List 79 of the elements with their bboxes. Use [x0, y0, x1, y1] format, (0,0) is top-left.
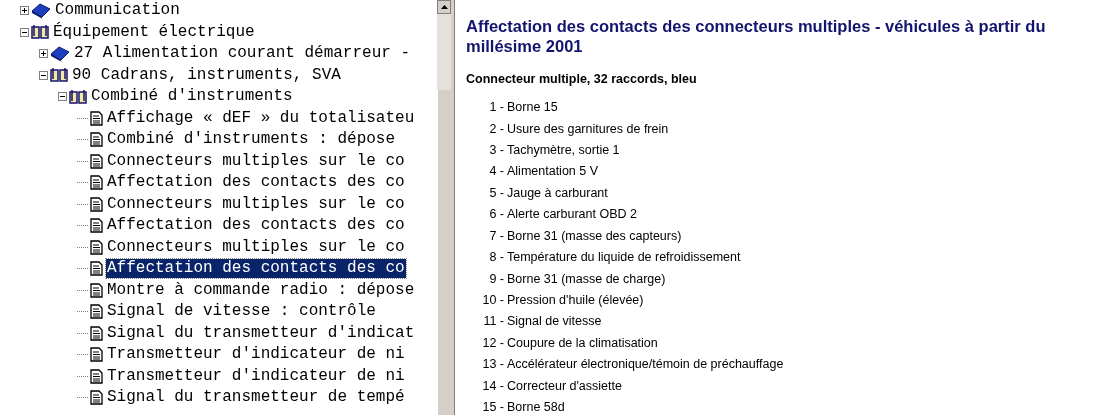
tree-item[interactable]: Montre à commande radio : dépose: [106, 280, 416, 300]
pin-description: Borne 31 (masse de charge): [507, 270, 666, 288]
tree-item[interactable]: Signal du transmetteur de tempé: [106, 388, 406, 408]
pin-number: 10 -: [481, 292, 505, 310]
pin-number: 5 -: [488, 184, 505, 202]
pin-number: 13 -: [481, 356, 505, 374]
pin-description: Alimentation 5 V: [507, 163, 599, 181]
pin-description: Température du liquide de refroidissement: [507, 249, 741, 267]
scroll-thumb[interactable]: [437, 90, 451, 415]
pin-description: Signal de vitesse: [507, 313, 602, 331]
tree-item[interactable]: Connecteurs multiples sur le co: [106, 151, 406, 171]
pin-description: Coupure de la climatisation: [507, 334, 658, 352]
pin-description: Jauge à carburant: [507, 184, 608, 202]
pin-description: Borne 15: [507, 99, 558, 117]
collapse-toggle[interactable]: [20, 27, 29, 37]
document-icon: [90, 368, 103, 384]
document-icon: [90, 390, 103, 406]
tree-item[interactable]: Affectation des contacts des co: [106, 216, 406, 236]
section-heading: Connecteur multiple, 32 raccords, bleu: [466, 71, 698, 88]
document-icon: [90, 347, 103, 363]
document-icon: [90, 304, 103, 320]
document-icon: [90, 110, 103, 126]
collapse-toggle[interactable]: [58, 92, 67, 102]
open-book-icon: [69, 88, 87, 105]
open-book-icon: [50, 67, 68, 84]
pin-number: 2 -: [488, 120, 505, 138]
tree-item[interactable]: Combiné d'instruments : dépose: [106, 130, 397, 150]
pin-description: Borne 31 (masse des capteurs): [507, 227, 682, 245]
pin-number: 15 -: [481, 399, 505, 415]
tree-item[interactable]: Connecteurs multiples sur le co: [106, 194, 406, 214]
tree-item[interactable]: Affectation des contacts des co: [106, 259, 406, 279]
pin-description: Usure des garnitures de frein: [507, 120, 669, 138]
document-icon: [90, 239, 103, 255]
document-icon: [90, 261, 103, 277]
book-icon: [31, 2, 51, 19]
document-icon: [90, 196, 103, 212]
pin-description: Borne 58d: [507, 399, 565, 415]
pin-description: Alerte carburant OBD 2: [507, 206, 637, 224]
pin-number: 7 -: [488, 227, 505, 245]
pin-description: Accélérateur électronique/témoin de préchauffage: [507, 356, 784, 374]
tree-item[interactable]: Équipement électrique: [52, 22, 256, 42]
pin-description: Pression d'huile (élevée): [507, 292, 644, 310]
up-arrow-icon: [440, 5, 448, 9]
open-book-icon: [31, 24, 49, 41]
pin-number: 6 -: [488, 206, 505, 224]
pin-number: 14 -: [481, 377, 505, 395]
document-icon: [90, 325, 103, 341]
tree-item[interactable]: Connecteurs multiples sur le co: [106, 237, 406, 257]
document-title: Affectation des contacts des connecteurs multiples - véhicules à partir du millésime 2001: [466, 16, 1047, 56]
scroll-up-button[interactable]: [437, 0, 451, 14]
tree-item[interactable]: Combiné d'instruments: [90, 87, 294, 107]
pin-description: Correcteur d'assiette: [507, 377, 622, 395]
tree-item[interactable]: Transmetteur d'indicateur de ni: [106, 366, 406, 386]
expand-toggle[interactable]: [39, 49, 48, 59]
pin-number: 8 -: [488, 249, 505, 267]
document-icon: [90, 175, 103, 191]
tree-item[interactable]: Affectation des contacts des co: [106, 173, 406, 193]
pin-description: Tachymètre, sortie 1: [507, 141, 620, 159]
document-icon: [90, 218, 103, 234]
pin-number: 12 -: [481, 334, 505, 352]
tree-item[interactable]: Signal de vitesse : contrôle: [106, 302, 377, 322]
tree-item[interactable]: Communication: [54, 1, 181, 21]
document-icon: [90, 132, 103, 148]
document-icon: [90, 282, 103, 298]
pin-number: 11 -: [482, 313, 505, 331]
pin-number: 9 -: [488, 270, 505, 288]
scrollbar[interactable]: [437, 0, 451, 415]
tree-item[interactable]: 27 Alimentation courant démarreur -: [73, 44, 412, 64]
book-icon: [50, 45, 70, 62]
pin-number: 3 -: [488, 141, 505, 159]
tree-item[interactable]: Signal du transmetteur d'indicat: [106, 323, 416, 343]
tree-item[interactable]: 90 Cadrans, instruments, SVA: [71, 65, 342, 85]
collapse-toggle[interactable]: [39, 70, 48, 80]
pin-number: 1 -: [488, 99, 505, 117]
pin-number: 4 -: [488, 163, 505, 181]
tree-item[interactable]: Affichage « dEF » du totalisateu: [106, 108, 416, 128]
document-icon: [90, 153, 103, 169]
expand-toggle[interactable]: [20, 6, 29, 16]
tree-item[interactable]: Transmetteur d'indicateur de ni: [106, 345, 406, 365]
